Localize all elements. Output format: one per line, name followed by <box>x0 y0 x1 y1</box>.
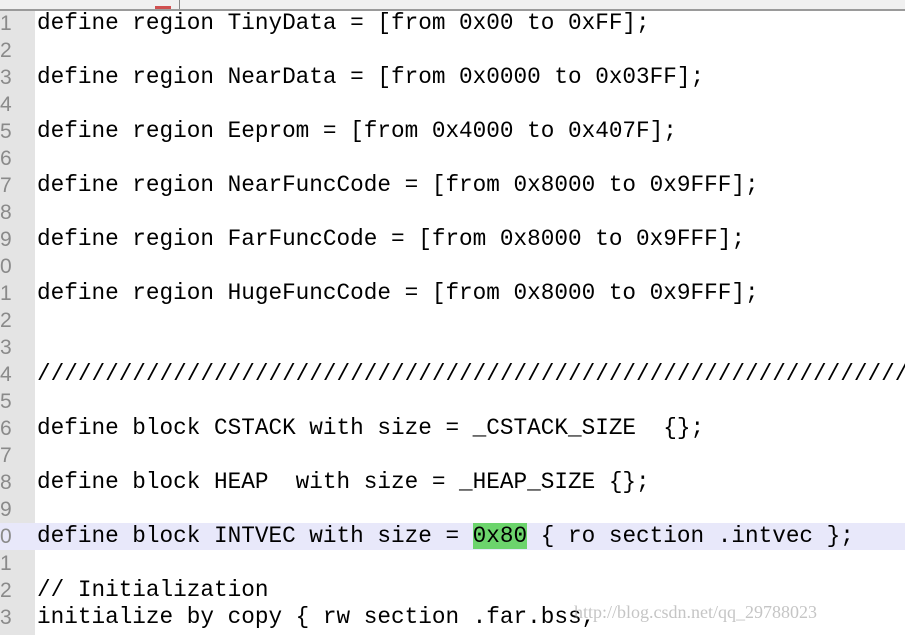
line-number: 1 <box>0 552 12 575</box>
line-number: 6 <box>0 417 12 440</box>
code-editor[interactable]: 1 define region TinyData = [from 0x00 to … <box>0 10 905 631</box>
tab-separator <box>179 0 180 9</box>
line-number: 7 <box>0 444 12 467</box>
code-text: // Initialization <box>37 577 269 603</box>
line-number: 1 <box>0 282 12 305</box>
line-number: 9 <box>0 498 12 521</box>
code-line[interactable]: 6 define block CSTACK with size = _CSTACK… <box>0 415 905 442</box>
line-number: 8 <box>0 201 12 224</box>
current-code-line[interactable]: 0 define block INTVEC with size = 0x80 { … <box>0 523 905 550</box>
code-line[interactable]: 5 define region Eeprom = [from 0x4000 to … <box>0 118 905 145</box>
code-segment: { ro section .intvec }; <box>527 523 854 549</box>
code-segment: define block INTVEC with size = <box>37 523 473 549</box>
code-line[interactable]: 6 <box>0 145 905 172</box>
code-line[interactable]: 3 <box>0 334 905 361</box>
line-number: 0 <box>0 255 12 278</box>
code-text: define region NearFuncCode = [from 0x800… <box>37 172 759 198</box>
code-text: define region Eeprom = [from 0x4000 to 0… <box>37 118 677 144</box>
code-line[interactable]: 1 <box>0 550 905 577</box>
code-line[interactable]: 2 <box>0 307 905 334</box>
code-line[interactable]: 7 <box>0 442 905 469</box>
code-line[interactable]: 4 ///////////////////////////////////////… <box>0 361 905 388</box>
code-text: define region FarFuncCode = [from 0x8000… <box>37 226 745 252</box>
modified-tab-marker <box>155 6 171 9</box>
code-text: initialize by copy { rw section .far.bss… <box>37 604 596 630</box>
line-number: 6 <box>0 147 12 170</box>
code-text: define region NearData = [from 0x0000 to… <box>37 64 705 90</box>
line-number: 5 <box>0 390 12 413</box>
line-number: 3 <box>0 606 12 629</box>
code-text: define region TinyData = [from 0x00 to 0… <box>37 10 650 36</box>
line-number: 2 <box>0 309 12 332</box>
line-number: 0 <box>0 525 12 548</box>
code-text: define block HEAP with size = _HEAP_SIZE… <box>37 469 650 495</box>
line-number: 1 <box>0 12 12 35</box>
search-match-highlight: 0x80 <box>472 523 528 549</box>
code-line[interactable]: 1 define region TinyData = [from 0x00 to … <box>0 10 905 37</box>
line-number: 7 <box>0 174 12 197</box>
line-number: 8 <box>0 471 12 494</box>
line-number: 3 <box>0 336 12 359</box>
watermark: http://blog.csdn.net/qq_29788023 <box>574 602 817 622</box>
line-number: 5 <box>0 120 12 143</box>
line-number: 3 <box>0 66 12 89</box>
code-line[interactable]: 2 // Initialization <box>0 577 905 604</box>
line-number: 9 <box>0 228 12 251</box>
code-text: define region HugeFuncCode = [from 0x800… <box>37 280 759 306</box>
code-text: ////////////////////////////////////////… <box>37 361 905 387</box>
line-number: 4 <box>0 93 12 116</box>
code-line[interactable]: 9 define region FarFuncCode = [from 0x800… <box>0 226 905 253</box>
code-line[interactable]: 0 <box>0 253 905 280</box>
code-line[interactable]: 8 <box>0 199 905 226</box>
code-line[interactable]: 4 <box>0 91 905 118</box>
line-number: 2 <box>0 579 12 602</box>
code-line[interactable]: 7 define region NearFuncCode = [from 0x80… <box>0 172 905 199</box>
code-line[interactable]: 8 define block HEAP with size = _HEAP_SIZ… <box>0 469 905 496</box>
code-line[interactable]: 9 <box>0 496 905 523</box>
line-number: 4 <box>0 363 12 386</box>
code-line[interactable]: 5 <box>0 388 905 415</box>
code-text: define block CSTACK with size = _CSTACK_… <box>37 415 705 441</box>
code-line[interactable]: 2 <box>0 37 905 64</box>
line-number: 2 <box>0 39 12 62</box>
code-text: define block INTVEC with size = 0x80 { r… <box>37 523 854 550</box>
code-line[interactable]: 1 define region HugeFuncCode = [from 0x80… <box>0 280 905 307</box>
code-line[interactable]: 3 define region NearData = [from 0x0000 t… <box>0 64 905 91</box>
